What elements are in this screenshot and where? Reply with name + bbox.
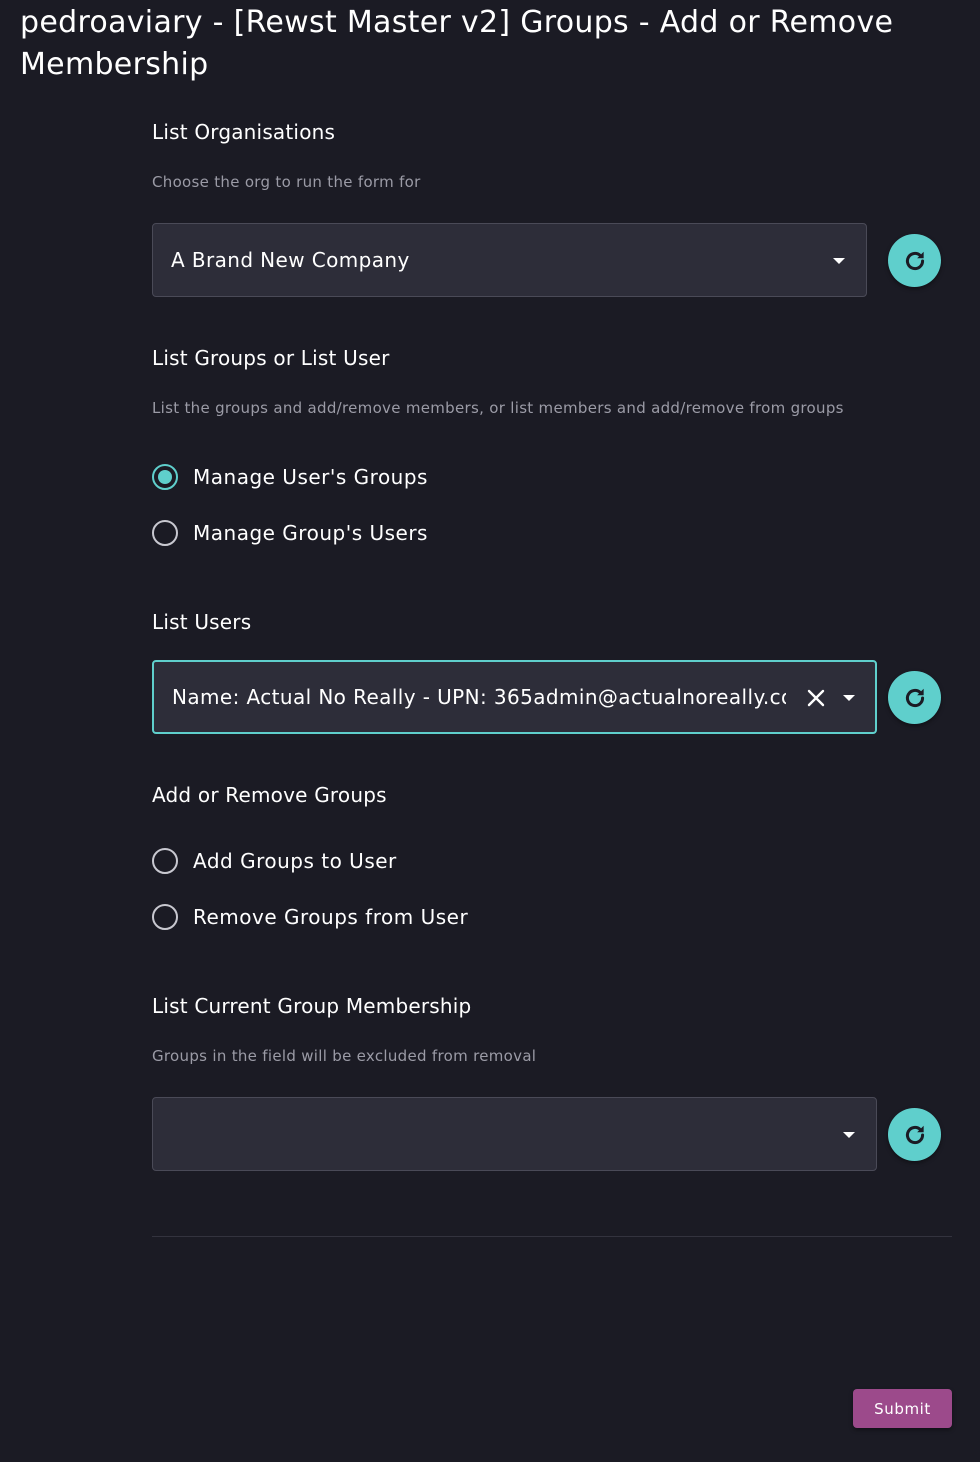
radio-button[interactable] [152,520,178,546]
refresh-icon [905,688,924,707]
membership-select[interactable] [152,1097,877,1171]
groups-or-user-section-title: List Groups or List User [152,346,390,370]
refresh-icon [905,251,924,270]
membership-section-description: Groups in the field will be excluded fro… [152,1047,537,1065]
organisation-select[interactable]: A Brand New Company [152,223,867,297]
membership-section-title: List Current Group Membership [152,994,472,1018]
refresh-users-button[interactable] [888,671,941,724]
radio-manage-groups-users[interactable]: Manage Group's Users [152,519,428,547]
close-icon[interactable] [805,687,827,709]
form-divider [152,1236,952,1237]
radio-manage-users-groups[interactable]: Manage User's Groups [152,463,428,491]
radio-add-groups-to-user[interactable]: Add Groups to User [152,847,397,875]
page-title: pedroaviary - [Rewst Master v2] Groups -… [20,5,894,82]
chevron-down-icon[interactable] [843,695,855,701]
radio-label: Manage Group's Users [193,521,428,545]
users-section-title: List Users [152,610,252,634]
organisation-select-value: A Brand New Company [171,248,410,272]
radio-label: Add Groups to User [193,849,397,873]
radio-button[interactable] [152,848,178,874]
users-select[interactable]: Name: Actual No Really - UPN: 365admin@a… [152,660,877,734]
submit-button[interactable]: Submit [853,1389,952,1428]
add-remove-section-title: Add or Remove Groups [152,783,387,807]
groups-or-user-section-description: List the groups and add/remove members, … [152,399,844,417]
org-section-description: Choose the org to run the form for [152,173,421,191]
radio-button[interactable] [152,904,178,930]
radio-label: Remove Groups from User [193,905,469,929]
chevron-down-icon[interactable] [833,258,845,264]
refresh-membership-button[interactable] [888,1108,941,1161]
refresh-organisations-button[interactable] [888,234,941,287]
chevron-down-icon[interactable] [843,1132,855,1138]
radio-remove-groups-from-user[interactable]: Remove Groups from User [152,903,468,931]
users-select-value: Name: Actual No Really - UPN: 365admin@a… [172,685,786,709]
radio-button-checked[interactable] [152,464,178,490]
org-section-title: List Organisations [152,120,336,144]
radio-label: Manage User's Groups [193,465,428,489]
refresh-icon [905,1125,924,1144]
